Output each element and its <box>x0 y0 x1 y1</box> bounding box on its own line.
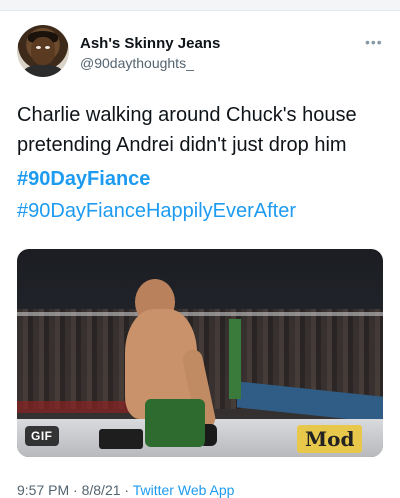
floor-sign: Mod <box>297 425 363 453</box>
fighter-shorts <box>145 399 205 447</box>
floor-logo <box>99 429 143 449</box>
gif-badge[interactable]: GIF <box>25 426 59 446</box>
tweet-date[interactable]: 8/8/21 <box>82 482 121 498</box>
tweet-text-line-2: pretending Andrei didn't just drop him <box>17 134 347 156</box>
more-dots-icon[interactable]: ••• <box>365 34 383 50</box>
user-handle[interactable]: @90daythoughts_ <box>80 55 194 71</box>
top-divider <box>0 0 400 11</box>
hashtag-90dayfiance[interactable]: #90DayFiance <box>17 168 150 191</box>
meta-separator: · <box>73 482 78 498</box>
gif-media[interactable]: Mod GIF <box>17 249 383 457</box>
display-name[interactable]: Ash's Skinny Jeans <box>80 35 220 52</box>
tweet-text-line-1: Charlie walking around Chuck's house <box>17 104 357 126</box>
hashtag-90dayfiancehappilyeverafter[interactable]: #90DayFianceHappilyEverAfter <box>17 200 296 223</box>
meta-separator: · <box>124 482 130 498</box>
avatar[interactable] <box>17 25 69 77</box>
tweet-source[interactable]: Twitter Web App <box>133 482 235 498</box>
tweet-time[interactable]: 9:57 PM <box>17 482 69 498</box>
tweet-text: Charlie walking around Chuck's house pre… <box>17 100 392 160</box>
tweet-meta: 9:57 PM · 8/8/21 · Twitter Web App <box>17 482 234 498</box>
cage-top <box>17 312 383 316</box>
